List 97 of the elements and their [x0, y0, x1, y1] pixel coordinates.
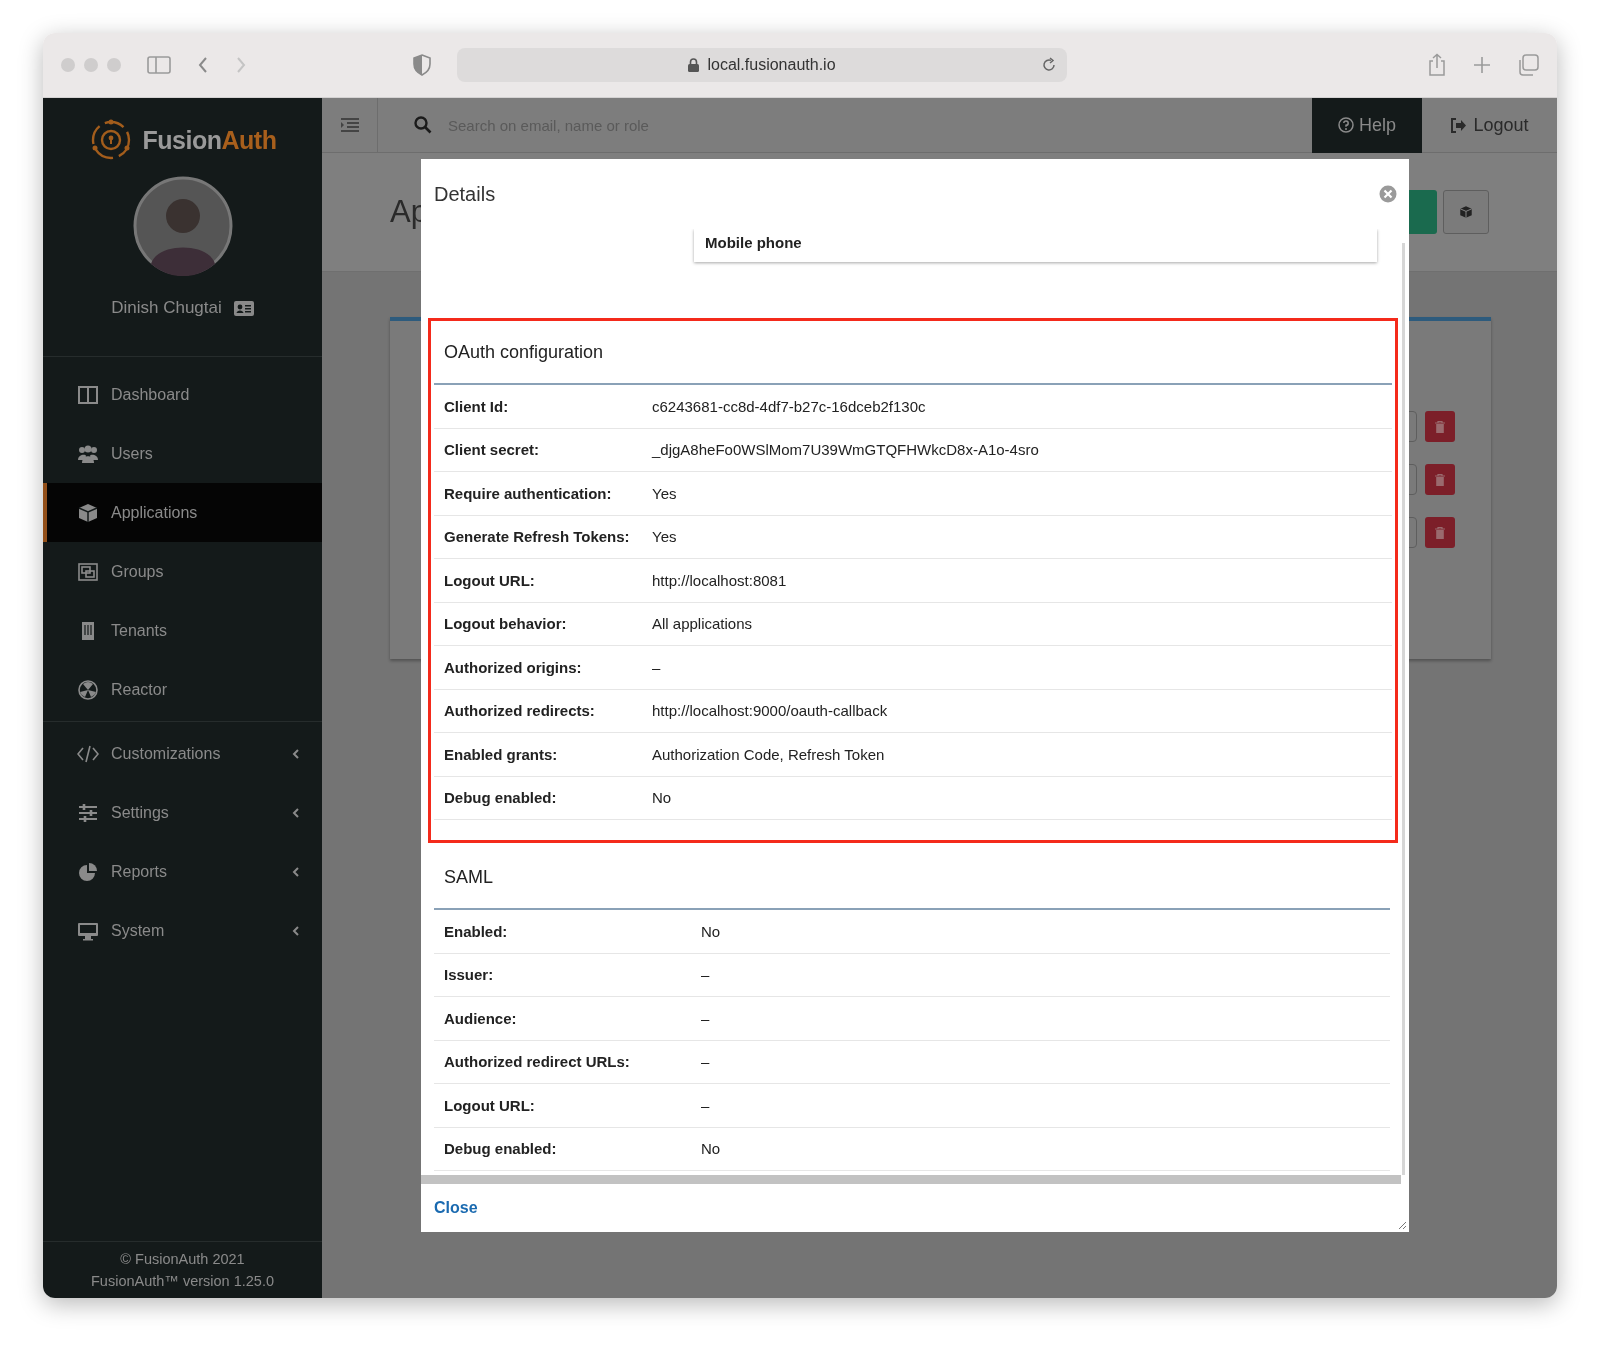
chevron-icon	[292, 865, 300, 878]
nav-item[interactable]: Users	[43, 424, 322, 483]
trash-icon	[1435, 420, 1445, 433]
monitor-icon	[77, 920, 99, 941]
field-value: _djgA8heFo0WSlMom7U39WmGTQFHWkcD8x-A1o-4sro	[652, 441, 1039, 459]
field-label: Authorized redirect URLs:	[444, 1053, 631, 1071]
trash-icon	[1435, 473, 1445, 486]
field-value: c6243681-cc8d-4df7-b27c-16dceb2f130c	[652, 397, 926, 415]
field-label: Enabled:	[444, 922, 509, 940]
nav-item[interactable]: Dashboard	[43, 365, 322, 424]
reload-icon[interactable]	[1041, 57, 1057, 73]
field-value: –	[701, 966, 710, 984]
field-label: Client secret:	[444, 441, 541, 459]
field-value: –	[701, 1053, 710, 1071]
field-label: Enabled grants:	[444, 745, 559, 763]
field-value: http://localhost:8081	[652, 571, 787, 589]
nav-item[interactable]: Applications	[43, 483, 322, 542]
users-icon	[77, 443, 99, 464]
field-value: Yes	[652, 484, 677, 502]
user-name[interactable]: Dinish Chugtai	[111, 298, 222, 318]
id-card-icon[interactable]	[233, 300, 254, 316]
brand-name: FusionAuth	[142, 125, 277, 155]
section-title: SAML	[434, 846, 1390, 910]
window-control[interactable]	[107, 58, 121, 72]
field-label: Authorized origins:	[444, 658, 583, 676]
window-control[interactable]	[84, 58, 98, 72]
search-icon	[414, 116, 432, 134]
sign-out-icon	[1450, 117, 1468, 133]
delete-button[interactable]	[1425, 517, 1455, 548]
shield-icon[interactable]	[413, 54, 431, 76]
sliders-icon	[77, 802, 99, 823]
field-value: No	[701, 922, 721, 940]
field-label: Logout URL:	[444, 1096, 536, 1114]
chevron-icon	[292, 747, 300, 760]
field-label: Logout URL:	[444, 571, 536, 589]
dashboard-icon	[77, 384, 99, 405]
nav-item[interactable]: Tenants	[43, 601, 322, 660]
cube-icon	[1459, 205, 1473, 219]
help-icon	[1338, 117, 1354, 133]
field-label: Issuer:	[444, 966, 495, 984]
address-bar[interactable]: local.fusionauth.io	[457, 48, 1067, 82]
field-label: Require authentication:	[444, 484, 613, 502]
field-label: Authorized redirects:	[444, 702, 596, 720]
chevron-icon	[292, 924, 300, 937]
section-title: OAuth configuration	[434, 321, 1392, 385]
field-value: http://localhost:9000/oauth-callback	[652, 702, 888, 720]
share-icon[interactable]	[1427, 53, 1447, 77]
sidebar-toggle-icon[interactable]	[147, 56, 171, 74]
pie-icon	[77, 861, 99, 882]
field-label: Client Id:	[444, 397, 510, 415]
field-value: No	[701, 1140, 721, 1158]
chevron-icon	[292, 806, 300, 819]
field-label: Mobile phone	[705, 234, 802, 251]
nav-item[interactable]: Groups	[43, 542, 322, 601]
code-icon	[77, 743, 99, 764]
dialog-title: Details	[434, 182, 496, 206]
trash-icon	[1435, 526, 1445, 539]
field-value: Yes	[652, 528, 677, 546]
footer-text: FusionAuth™ version 1.25.0	[90, 1272, 275, 1291]
logout-button[interactable]: Logout	[1422, 114, 1557, 136]
lock-icon	[688, 58, 700, 72]
back-icon[interactable]	[197, 56, 209, 74]
delete-button[interactable]	[1425, 411, 1455, 442]
cube-button[interactable]	[1443, 190, 1489, 234]
groups-icon	[77, 561, 99, 582]
close-link[interactable]: Close	[434, 1199, 478, 1217]
field-label: Logout behavior:	[444, 615, 568, 633]
field-value: –	[701, 1009, 710, 1027]
field-label: Audience:	[444, 1009, 518, 1027]
window-control[interactable]	[61, 58, 75, 72]
nav-item[interactable]: Customizations	[43, 724, 322, 783]
nav-item[interactable]: Settings	[43, 783, 322, 842]
footer-text: © FusionAuth 2021	[119, 1250, 246, 1269]
delete-button[interactable]	[1425, 464, 1455, 495]
help-button[interactable]: Help	[1312, 97, 1422, 153]
field-value: No	[652, 789, 672, 807]
field-value: –	[652, 658, 661, 676]
scrollbar[interactable]	[421, 1175, 1401, 1184]
nav-item[interactable]: Reactor	[43, 660, 322, 719]
new-tab-icon[interactable]	[1473, 56, 1491, 74]
close-icon[interactable]	[1379, 185, 1397, 203]
field-value: All applications	[652, 615, 753, 633]
cube-icon	[77, 502, 99, 523]
nav-item[interactable]: Reports	[43, 842, 322, 901]
field-label: Debug enabled:	[444, 789, 558, 807]
field-label: Generate Refresh Tokens:	[444, 528, 631, 546]
nav-item[interactable]: System	[43, 901, 322, 960]
resize-grip-icon[interactable]	[1398, 1221, 1407, 1230]
url-text: local.fusionauth.io	[707, 56, 836, 74]
radiation-icon	[77, 679, 99, 700]
scrollbar[interactable]	[1402, 243, 1405, 1175]
field-label: Debug enabled:	[444, 1140, 558, 1158]
forward-icon[interactable]	[235, 56, 247, 74]
field-value: Authorization Code, Refresh Token	[652, 745, 885, 763]
menu-icon[interactable]	[339, 117, 360, 133]
field-value: –	[701, 1096, 710, 1114]
tabs-overview-icon[interactable]	[1517, 54, 1539, 76]
